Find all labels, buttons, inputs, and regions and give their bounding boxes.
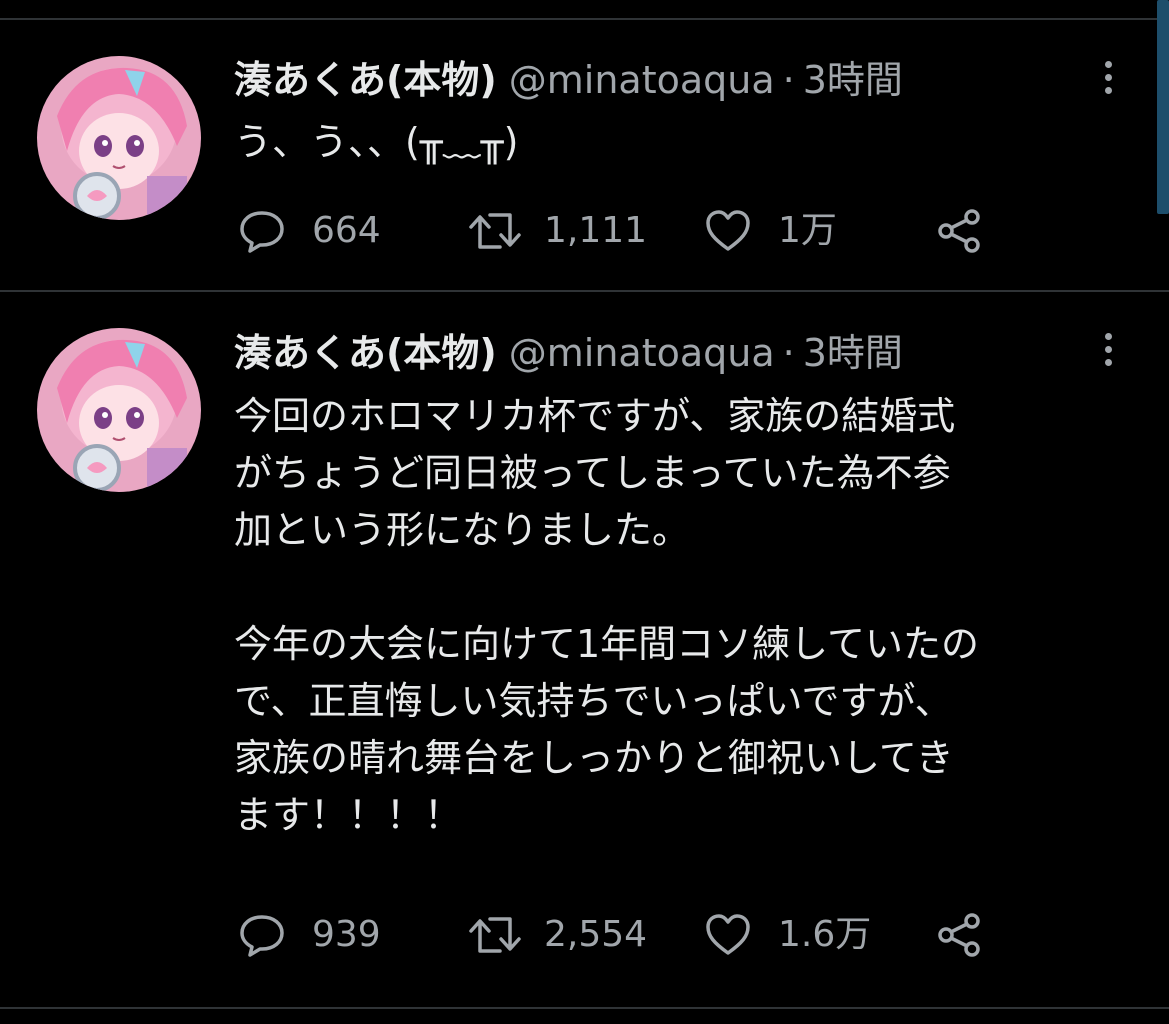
reply-button[interactable]: 664	[238, 206, 381, 256]
like-button[interactable]: 1万	[704, 206, 837, 256]
timestamp[interactable]: 3時間	[803, 58, 903, 102]
username[interactable]: @minatoaqua	[509, 331, 775, 375]
reply-icon	[238, 207, 286, 255]
reply-button[interactable]: 939	[238, 910, 381, 960]
share-icon	[936, 911, 984, 959]
retweet-count: 1,111	[544, 210, 648, 251]
share-button[interactable]	[936, 910, 984, 960]
reply-count: 664	[312, 210, 381, 251]
separator: ·	[782, 331, 795, 375]
avatar[interactable]	[37, 56, 201, 220]
username[interactable]: @minatoaqua	[509, 58, 775, 102]
tweet-text: う、う、、(╥﹏╥)	[234, 120, 519, 164]
share-button[interactable]	[936, 206, 984, 256]
timestamp[interactable]: 3時間	[803, 331, 903, 375]
separator: ·	[782, 58, 795, 102]
scrollbar[interactable]	[1157, 0, 1169, 214]
like-count: 1.6万	[778, 914, 872, 955]
like-count: 1万	[778, 210, 837, 251]
display-name[interactable]: 湊あくあ(本物)	[234, 58, 497, 102]
retweet-button[interactable]: 2,554	[468, 910, 647, 960]
retweet-icon	[468, 911, 522, 959]
share-icon	[936, 207, 984, 255]
heart-icon	[704, 911, 752, 959]
reply-icon	[238, 911, 286, 959]
like-button[interactable]: 1.6万	[704, 910, 871, 960]
tweet-text: 今回のホロマリカ杯ですが、家族の結婚式 がちょうど同日被ってしまっていた為不参 …	[234, 394, 980, 837]
retweet-button[interactable]: 1,111	[468, 206, 647, 256]
tweet-header: 湊あくあ(本物) @minatoaqua · 3時間	[234, 57, 903, 103]
tweet-actions: 664 1,111 1万	[238, 206, 998, 256]
retweet-count: 2,554	[544, 914, 648, 955]
heart-icon	[704, 207, 752, 255]
top-divider	[0, 18, 1169, 20]
tweet-divider	[0, 290, 1169, 292]
bottom-divider	[0, 1007, 1169, 1009]
retweet-icon	[468, 207, 522, 255]
tweet-header: 湊あくあ(本物) @minatoaqua · 3時間	[234, 330, 903, 376]
more-vertical-icon[interactable]	[1094, 329, 1122, 373]
tweet-actions: 939 2,554 1.6万	[238, 910, 998, 960]
display-name[interactable]: 湊あくあ(本物)	[234, 331, 497, 375]
reply-count: 939	[312, 914, 381, 955]
avatar[interactable]	[37, 328, 201, 492]
more-vertical-icon[interactable]	[1094, 57, 1122, 101]
